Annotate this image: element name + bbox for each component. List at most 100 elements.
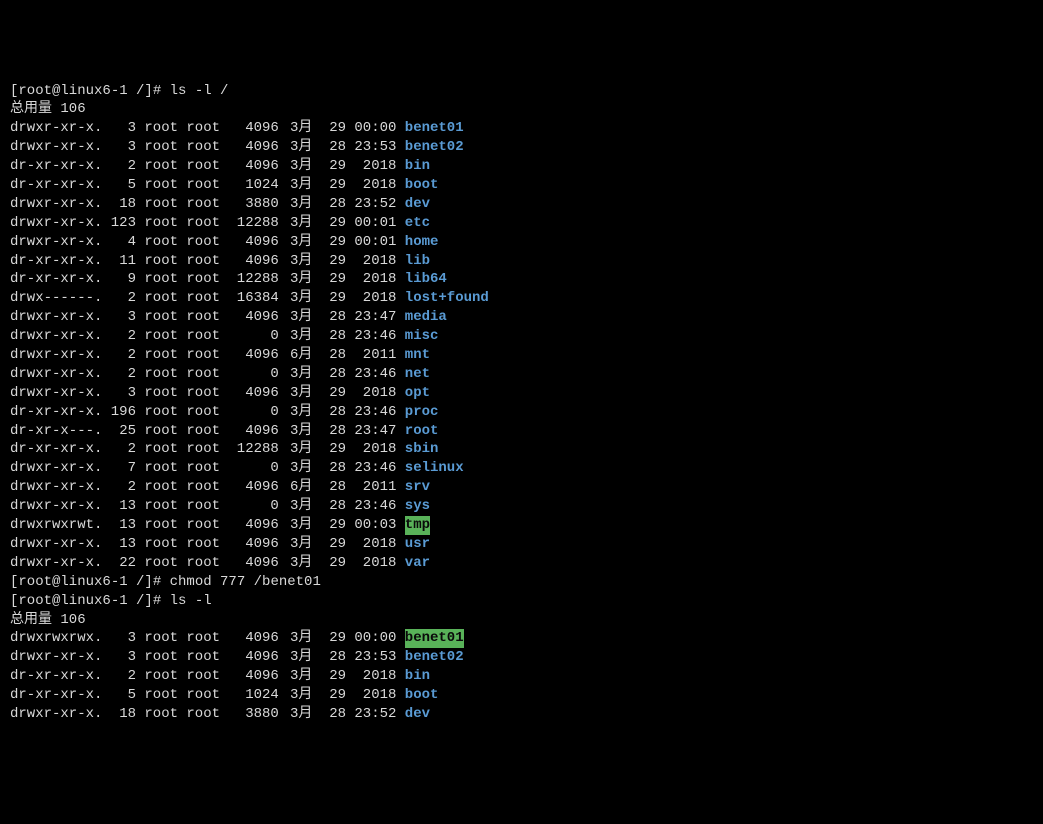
file-month: 3月: [279, 365, 313, 384]
file-time: 23:53: [346, 138, 396, 157]
file-time: 2011: [346, 346, 396, 365]
file-name: boot: [405, 686, 439, 705]
ls-row: drwxr-xr-x.18 rootroot38803月2823:52dev: [10, 195, 1033, 214]
file-permissions: dr-xr-xr-x.: [10, 686, 102, 705]
file-time: 00:00: [346, 119, 396, 138]
link-count: 3: [102, 308, 136, 327]
file-size: 4096: [228, 233, 278, 252]
file-time: 23:47: [346, 422, 396, 441]
file-owner: root: [144, 497, 186, 516]
file-time: 23:46: [346, 497, 396, 516]
link-count: 4: [102, 233, 136, 252]
file-owner: root: [144, 440, 186, 459]
file-day: 28: [312, 138, 346, 157]
file-permissions: drwxr-xr-x.: [10, 554, 102, 573]
file-size: 0: [228, 327, 278, 346]
file-owner: root: [144, 535, 186, 554]
file-time: 2018: [346, 384, 396, 403]
file-size: 0: [228, 459, 278, 478]
file-size: 4096: [228, 422, 278, 441]
file-name: benet01: [405, 629, 464, 648]
file-time: 00:01: [346, 233, 396, 252]
file-owner: root: [144, 648, 186, 667]
file-permissions: drwxr-xr-x.: [10, 308, 102, 327]
file-name: bin: [405, 667, 430, 686]
file-name: benet01: [405, 119, 464, 138]
link-count: 2: [102, 365, 136, 384]
file-owner: root: [144, 176, 186, 195]
ls-row: dr-xr-xr-x.5 rootroot10243月292018boot: [10, 176, 1033, 195]
total-header: 总用量 106: [10, 611, 1033, 630]
file-permissions: drwxr-xr-x.: [10, 365, 102, 384]
file-time: 00:03: [346, 516, 396, 535]
link-count: 2: [102, 478, 136, 497]
file-permissions: dr-xr-x---.: [10, 422, 102, 441]
file-month: 3月: [279, 497, 313, 516]
shell-prompt-line[interactable]: [root@linux6-1 /]# chmod 777 /benet01: [10, 573, 1033, 592]
file-size: 1024: [228, 686, 278, 705]
file-permissions: dr-xr-xr-x.: [10, 667, 102, 686]
file-owner: root: [144, 459, 186, 478]
shell-prompt-line[interactable]: [root@linux6-1 /]# ls -l: [10, 592, 1033, 611]
file-day: 29: [312, 252, 346, 271]
file-group: root: [186, 327, 228, 346]
file-permissions: drwxr-xr-x.: [10, 214, 102, 233]
file-day: 29: [312, 516, 346, 535]
link-count: 2: [102, 157, 136, 176]
file-month: 3月: [279, 327, 313, 346]
file-group: root: [186, 119, 228, 138]
file-name: opt: [405, 384, 430, 403]
terminal-output[interactable]: [root@linux6-1 /]# ls -l / 总用量 106 drwxr-x…: [10, 82, 1033, 724]
file-name: var: [405, 554, 430, 573]
ls-row: dr-xr-xr-x.2 rootroot40963月292018bin: [10, 157, 1033, 176]
file-day: 29: [312, 667, 346, 686]
file-day: 29: [312, 686, 346, 705]
ls-row: drwxrwxrwt.13 rootroot40963月2900:03tmp: [10, 516, 1033, 535]
file-size: 3880: [228, 705, 278, 724]
file-permissions: drwx------.: [10, 289, 102, 308]
file-owner: root: [144, 346, 186, 365]
file-day: 28: [312, 308, 346, 327]
file-month: 3月: [279, 686, 313, 705]
file-group: root: [186, 365, 228, 384]
file-day: 29: [312, 384, 346, 403]
file-size: 4096: [228, 535, 278, 554]
file-day: 29: [312, 629, 346, 648]
file-size: 0: [228, 365, 278, 384]
file-time: 23:52: [346, 195, 396, 214]
file-size: 4096: [228, 119, 278, 138]
ls-row: drwxr-xr-x.13 rootroot40963月292018usr: [10, 535, 1033, 554]
file-day: 29: [312, 535, 346, 554]
file-time: 23:46: [346, 403, 396, 422]
file-name: mnt: [405, 346, 430, 365]
file-size: 0: [228, 403, 278, 422]
shell-prompt-line[interactable]: [root@linux6-1 /]# ls -l /: [10, 82, 1033, 101]
file-time: 23:46: [346, 327, 396, 346]
file-size: 4096: [228, 384, 278, 403]
file-month: 3月: [279, 705, 313, 724]
file-group: root: [186, 403, 228, 422]
link-count: 18: [102, 195, 136, 214]
file-group: root: [186, 270, 228, 289]
file-permissions: drwxr-xr-x.: [10, 705, 102, 724]
file-month: 3月: [279, 459, 313, 478]
file-size: 4096: [228, 138, 278, 157]
file-size: 4096: [228, 308, 278, 327]
file-time: 2018: [346, 535, 396, 554]
link-count: 9: [102, 270, 136, 289]
file-month: 3月: [279, 270, 313, 289]
file-time: 23:52: [346, 705, 396, 724]
file-day: 29: [312, 157, 346, 176]
file-size: 4096: [228, 516, 278, 535]
file-day: 28: [312, 648, 346, 667]
file-month: 3月: [279, 667, 313, 686]
file-month: 3月: [279, 233, 313, 252]
file-time: 2018: [346, 252, 396, 271]
file-day: 28: [312, 403, 346, 422]
ls-row: dr-xr-xr-x.2 rootroot122883月292018sbin: [10, 440, 1033, 459]
file-day: 28: [312, 195, 346, 214]
file-permissions: drwxr-xr-x.: [10, 233, 102, 252]
link-count: 13: [102, 516, 136, 535]
file-day: 29: [312, 289, 346, 308]
link-count: 3: [102, 119, 136, 138]
